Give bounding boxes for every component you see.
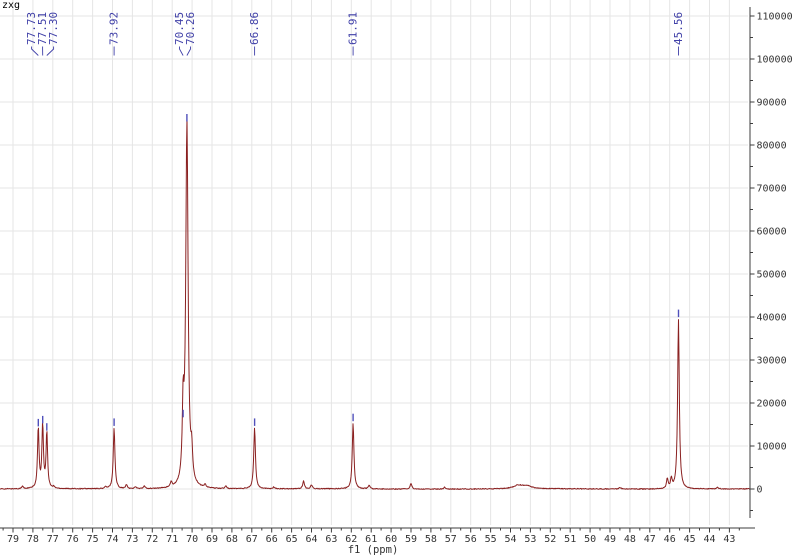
x-tick-label: 49 (604, 534, 616, 545)
x-tick-label: 56 (465, 534, 477, 545)
x-tick-label: 55 (485, 534, 497, 545)
x-tick-label: 77 (47, 534, 59, 545)
y-tick-label: 0 (757, 485, 763, 496)
y-tick-label: 70000 (757, 184, 787, 195)
x-tick-label: 57 (445, 534, 457, 545)
x-tick-label: 67 (246, 534, 258, 545)
x-tick-label: 47 (644, 534, 656, 545)
x-tick-label: 70 (186, 534, 198, 545)
peak-label: 66.86 (248, 12, 261, 45)
spectrum-title: zxg (2, 0, 21, 11)
x-tick-label: 73 (126, 534, 138, 545)
peak-label-layer: 77.7377.5177.30 73.92 70.4570.26 66.86 61.91… (25, 12, 685, 56)
x-axis-layer: 79 78 77 76 75 74 73 72 71 70 69 68 67 66 65 64 63 62 61 60… (0, 527, 755, 545)
peak-leader-line (179, 46, 184, 56)
peak-label: 70.26 (184, 12, 197, 45)
nmr-spectrum-view: zxg 79 78 77 76 75 74 73 72 71 70 69 68 67 66 65 64 63 62… (0, 0, 800, 558)
peak-label: 61.91 (347, 12, 360, 45)
x-tick-label: 43 (723, 534, 735, 545)
y-tick-label: 90000 (757, 98, 787, 109)
x-tick-label: 75 (87, 534, 99, 545)
x-tick-label: 76 (67, 534, 79, 545)
x-tick-label: 66 (266, 534, 278, 545)
x-tick-label: 68 (226, 534, 238, 545)
y-tick-label: 30000 (757, 356, 787, 367)
x-tick-label: 72 (146, 534, 158, 545)
x-tick-label: 63 (325, 534, 337, 545)
x-tick-label: 45 (684, 534, 696, 545)
x-tick-label: 79 (7, 534, 19, 545)
x-tick-label: 69 (206, 534, 218, 545)
y-tick-label: 60000 (757, 227, 787, 238)
y-axis-layer: 0 10000 20000 30000 40000 50000 60000 70000 8000… (749, 7, 793, 518)
x-tick-label: 54 (504, 534, 516, 545)
x-tick-label: 78 (27, 534, 39, 545)
spectrum-canvas[interactable]: 79 78 77 76 75 74 73 72 71 70 69 68 67 66 65 64 63 62 61 60… (0, 0, 800, 558)
y-tick-label: 100000 (757, 55, 793, 66)
peak-marker-layer (37, 114, 680, 431)
y-tick-label: 50000 (757, 270, 787, 281)
x-tick-label: 48 (624, 534, 636, 545)
y-tick-label: 80000 (757, 141, 787, 152)
x-tick-label: 53 (524, 534, 536, 545)
peak-label: 45.56 (672, 12, 685, 45)
peak-label: 77.30 (47, 12, 60, 45)
y-tick-label: 10000 (757, 442, 787, 453)
y-tick-label: 110000 (757, 12, 793, 23)
x-tick-label: 74 (106, 534, 118, 545)
y-tick-label: 40000 (757, 313, 787, 324)
x-axis-title: f1 (ppm) (348, 544, 399, 556)
x-tick-label: 71 (166, 534, 178, 545)
x-tick-label: 59 (405, 534, 417, 545)
x-tick-label: 58 (425, 534, 437, 545)
x-tick-label: 52 (544, 534, 556, 545)
peak-label: 73.92 (108, 12, 121, 45)
x-tick-label: 51 (564, 534, 576, 545)
grid-layer (0, 0, 748, 525)
x-tick-label: 64 (305, 534, 317, 545)
x-tick-label: 65 (286, 534, 298, 545)
x-tick-label: 46 (664, 534, 676, 545)
x-tick-label: 50 (584, 534, 596, 545)
x-tick-label: 44 (703, 534, 715, 545)
y-tick-label: 20000 (757, 399, 787, 410)
peak-leader-line (186, 46, 191, 56)
